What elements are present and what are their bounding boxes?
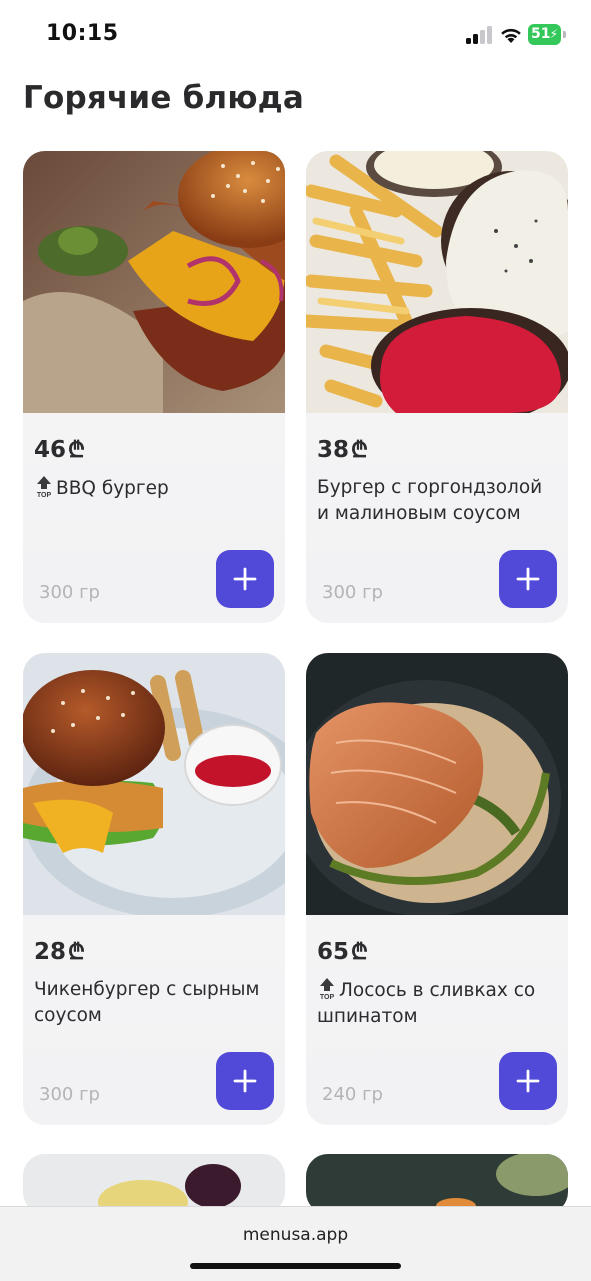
dish-card-partial-left[interactable]: [23, 1154, 285, 1214]
lari-currency-icon: ₾: [351, 940, 368, 965]
dish-weight: 300 гр: [322, 582, 383, 603]
dish-price: 65₾: [317, 936, 368, 966]
page-title: Горячие блюда: [23, 80, 305, 116]
top-badge-icon: TOP: [320, 978, 335, 1001]
dish-card-partial-right[interactable]: [306, 1154, 568, 1214]
dish-name-text: Бургер с горгондзолой и малиновым соусом: [317, 477, 543, 524]
dish-weight: 240 гр: [322, 1084, 383, 1105]
dish-card-gorgonzola-burger[interactable]: 38₾ Бургер с горгондзолой и малиновым со…: [306, 151, 568, 623]
charging-bolt-icon: ⚡: [549, 27, 558, 41]
battery-tip: [563, 31, 566, 38]
salmon-photo[interactable]: [306, 653, 568, 915]
dish-photo-partial: [23, 1154, 285, 1214]
price-value: 28: [34, 939, 67, 965]
signal-icon: [466, 26, 493, 44]
wifi-icon: [501, 28, 521, 43]
dish-photo-partial: [306, 1154, 568, 1214]
status-time: 10:15: [46, 21, 119, 46]
dish-card-chicken-burger[interactable]: 28₾ Чикенбургер с сырным соусом 300 гр: [23, 653, 285, 1125]
dish-weight: 300 гр: [39, 582, 100, 603]
lari-currency-icon: ₾: [68, 438, 85, 463]
gorgonzola-burger-photo[interactable]: [306, 151, 568, 413]
browser-bar: menusa.app: [0, 1206, 591, 1281]
dish-card-bbq-burger[interactable]: 46₾ TOP BBQ бургер 300 гр: [23, 151, 285, 623]
add-to-cart-button[interactable]: [499, 550, 557, 608]
battery-level: 51: [531, 26, 551, 42]
top-badge-icon: TOP: [37, 476, 52, 499]
dish-name: TOP BBQ бургер: [34, 475, 274, 502]
home-indicator[interactable]: [190, 1263, 401, 1269]
url-label[interactable]: menusa.app: [0, 1225, 591, 1245]
price-value: 38: [317, 437, 350, 463]
dish-name-text: Лосось в сливках со шпинатом: [317, 980, 536, 1027]
price-value: 65: [317, 939, 350, 965]
plus-icon: [516, 1069, 540, 1093]
battery-icon: 51 ⚡: [528, 24, 561, 45]
add-to-cart-button[interactable]: [499, 1052, 557, 1110]
status-bar: 10:15 51 ⚡: [0, 0, 591, 70]
plus-icon: [233, 567, 257, 591]
dish-card-salmon[interactable]: 65₾ TOP Лосось в сливках со шпинатом 240…: [306, 653, 568, 1125]
add-to-cart-button[interactable]: [216, 550, 274, 608]
dish-name-text: BBQ бургер: [56, 478, 169, 499]
plus-icon: [516, 567, 540, 591]
dish-price: 38₾: [317, 434, 368, 464]
lari-currency-icon: ₾: [351, 438, 368, 463]
dish-name: Чикенбургер с сырным соусом: [34, 977, 274, 1029]
bbq-burger-photo[interactable]: [23, 151, 285, 413]
svg-text:TOP: TOP: [320, 994, 335, 1001]
dish-name: Бургер с горгондзолой и малиновым соусом: [317, 475, 557, 527]
add-to-cart-button[interactable]: [216, 1052, 274, 1110]
dish-price: 28₾: [34, 936, 85, 966]
dish-weight: 300 гр: [39, 1084, 100, 1105]
plus-icon: [233, 1069, 257, 1093]
chicken-burger-photo[interactable]: [23, 653, 285, 915]
price-value: 46: [34, 437, 67, 463]
lari-currency-icon: ₾: [68, 940, 85, 965]
dish-name: TOP Лосось в сливках со шпинатом: [317, 977, 557, 1030]
dish-name-text: Чикенбургер с сырным соусом: [34, 979, 260, 1026]
svg-text:TOP: TOP: [37, 492, 52, 499]
dish-price: 46₾: [34, 434, 85, 464]
